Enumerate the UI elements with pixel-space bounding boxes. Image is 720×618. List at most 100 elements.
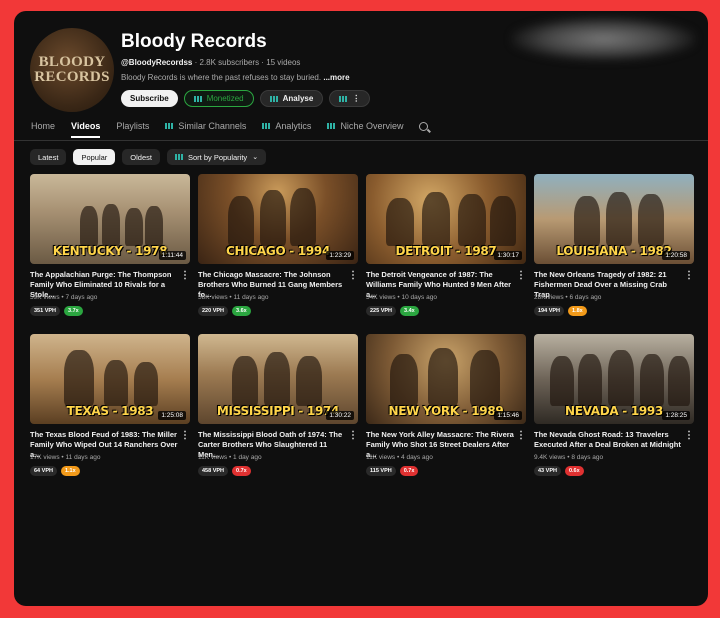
video-card[interactable]: KENTUCKY - 1978 1:11:44 The Appalachian …	[30, 174, 190, 334]
video-menu-icon[interactable]: ⋮	[516, 270, 526, 281]
video-card[interactable]: LOUISIANA - 1982 1:20:58 The New Orleans…	[534, 174, 694, 334]
thumbnail-figure	[386, 198, 414, 246]
video-thumbnail[interactable]: NEW YORK - 1989 1:15:46	[366, 334, 526, 424]
channel-name: Bloody Records	[121, 31, 267, 52]
video-badges: 220 VPH 3.6x	[198, 306, 251, 316]
avatar-text-1: BLOODY	[38, 54, 106, 70]
video-menu-icon[interactable]: ⋮	[180, 430, 190, 441]
thumbnail-figure	[638, 194, 664, 246]
chevron-down-icon: ⌄	[252, 154, 259, 161]
tab-home[interactable]: Home	[31, 121, 55, 131]
thumbnail-figure	[578, 354, 602, 406]
video-duration: 1:20:58	[662, 251, 690, 260]
sort-dropdown[interactable]: Sort by Popularity ⌄	[166, 149, 267, 165]
filter-latest[interactable]: Latest	[30, 149, 67, 165]
video-menu-icon[interactable]: ⋮	[516, 430, 526, 441]
video-badges: 351 VPH 3.7x	[30, 306, 83, 316]
tabs-divider	[14, 140, 708, 141]
vidiq-icon	[269, 95, 279, 102]
video-meta: 11K views • 1 day ago	[198, 454, 262, 461]
monetized-button[interactable]: Monetized	[183, 90, 254, 107]
vidiq-icon	[339, 95, 349, 102]
vph-badge: 220 VPH	[198, 306, 229, 316]
video-meta: 17K views • 11 days ago	[30, 454, 101, 461]
video-thumbnail[interactable]: NEVADA - 1993 1:28:25	[534, 334, 694, 424]
video-duration: 1:30:22	[326, 411, 354, 420]
subscribe-button[interactable]: Subscribe	[121, 90, 178, 107]
video-thumbnail[interactable]: DETROIT - 1987 1:30:17	[366, 174, 526, 264]
channel-actions: Subscribe Monetized Analyse ⋮	[121, 90, 371, 107]
description-text: Bloody Records is where the past refuses…	[121, 73, 322, 82]
thumbnail-figure	[260, 190, 286, 246]
video-menu-icon[interactable]: ⋮	[348, 430, 358, 441]
filter-oldest[interactable]: Oldest	[122, 149, 160, 165]
tab-similar-channels[interactable]: Similar Channels	[165, 121, 246, 131]
channel-handle: @BloodyRecordss	[121, 58, 193, 67]
video-title[interactable]: The Nevada Ghost Road: 13 Travelers Exec…	[534, 430, 682, 450]
thumbnail-figure	[490, 196, 516, 246]
video-thumbnail[interactable]: CHICAGO - 1994 1:23:29	[198, 174, 358, 264]
video-thumbnail[interactable]: TEXAS - 1983 1:25:08	[30, 334, 190, 424]
video-thumbnail[interactable]: KENTUCKY - 1978 1:11:44	[30, 174, 190, 264]
thumbnail-figure	[458, 194, 486, 246]
tab-playlists[interactable]: Playlists	[116, 121, 149, 131]
tab-niche-overview-label: Niche Overview	[340, 121, 404, 131]
thumbnail-figure	[145, 206, 163, 246]
more-link[interactable]: ...more	[323, 73, 349, 82]
video-badges: 194 VPH 1.8x	[534, 306, 587, 316]
video-badges: 115 VPH 0.7x	[366, 466, 419, 476]
video-menu-icon[interactable]: ⋮	[684, 430, 694, 441]
video-thumbnail[interactable]: LOUISIANA - 1982 1:20:58	[534, 174, 694, 264]
tab-analytics[interactable]: Analytics	[262, 121, 311, 131]
avatar-text-2: RECORDS	[34, 69, 110, 85]
ratio-badge: 3.6x	[232, 306, 251, 316]
video-card[interactable]: MISSISSIPPI - 1974 1:30:22 The Mississip…	[198, 334, 358, 494]
thumbnail-figure	[428, 348, 458, 406]
tab-niche-overview[interactable]: Niche Overview	[327, 121, 403, 131]
vidiq-icon	[327, 123, 337, 129]
vph-badge: 225 VPH	[366, 306, 397, 316]
more-actions-label: ⋮	[352, 94, 361, 103]
video-card[interactable]: NEW YORK - 1989 1:15:46 The New York All…	[366, 334, 526, 494]
ratio-badge: 1.8x	[568, 306, 587, 316]
vph-badge: 43 VPH	[534, 466, 561, 476]
video-duration: 1:30:17	[494, 251, 522, 260]
channel-stats: · 2.8K subscribers · 15 videos	[194, 58, 301, 67]
video-meta: 11K views • 4 days ago	[366, 454, 433, 461]
monetized-label: Monetized	[206, 94, 244, 103]
thumbnail-figure	[640, 354, 664, 406]
vidiq-icon	[262, 123, 272, 129]
video-badges: 458 VPH 0.7x	[198, 466, 251, 476]
filter-popular[interactable]: Popular	[73, 149, 116, 165]
more-actions-button[interactable]: ⋮	[329, 90, 371, 107]
video-menu-icon[interactable]: ⋮	[684, 270, 694, 281]
analyse-button[interactable]: Analyse	[259, 90, 324, 107]
thumbnail-figure	[228, 196, 254, 246]
vidiq-icon	[193, 95, 203, 102]
vph-badge: 458 VPH	[198, 466, 229, 476]
ratio-badge: 1.1x	[60, 466, 80, 476]
ratio-badge: 3.7x	[64, 306, 83, 316]
analyse-label: Analyse	[282, 94, 314, 103]
thumbnail-figure	[264, 352, 290, 406]
video-card[interactable]: DETROIT - 1987 1:30:17 The Detroit Venge…	[366, 174, 526, 334]
video-card[interactable]: TEXAS - 1983 1:25:08 The Texas Blood Feu…	[30, 334, 190, 494]
video-card[interactable]: NEVADA - 1993 1:28:25 The Nevada Ghost R…	[534, 334, 694, 494]
search-icon[interactable]	[419, 121, 429, 131]
video-card[interactable]: CHICAGO - 1994 1:23:29 The Chicago Massa…	[198, 174, 358, 334]
thumbnail-figure	[290, 188, 316, 246]
video-menu-icon[interactable]: ⋮	[348, 270, 358, 281]
channel-avatar[interactable]: BLOODY RECORDS	[30, 28, 114, 112]
video-thumbnail[interactable]: MISSISSIPPI - 1974 1:30:22	[198, 334, 358, 424]
video-menu-icon[interactable]: ⋮	[180, 270, 190, 281]
video-duration: 1:15:46	[494, 411, 522, 420]
thumbnail-figure	[390, 354, 418, 406]
video-meta: 54K views • 10 days ago	[366, 294, 437, 301]
channel-tabs: Home Videos Playlists Similar Channels A…	[31, 121, 429, 138]
thumbnail-figure	[606, 192, 632, 246]
tab-videos[interactable]: Videos	[71, 121, 101, 138]
video-meta: 58K views • 11 days ago	[198, 294, 269, 301]
ratio-badge: 0.7x	[399, 466, 419, 476]
ratio-badge: 3.4x	[400, 306, 419, 316]
vph-badge: 351 VPH	[30, 306, 61, 316]
